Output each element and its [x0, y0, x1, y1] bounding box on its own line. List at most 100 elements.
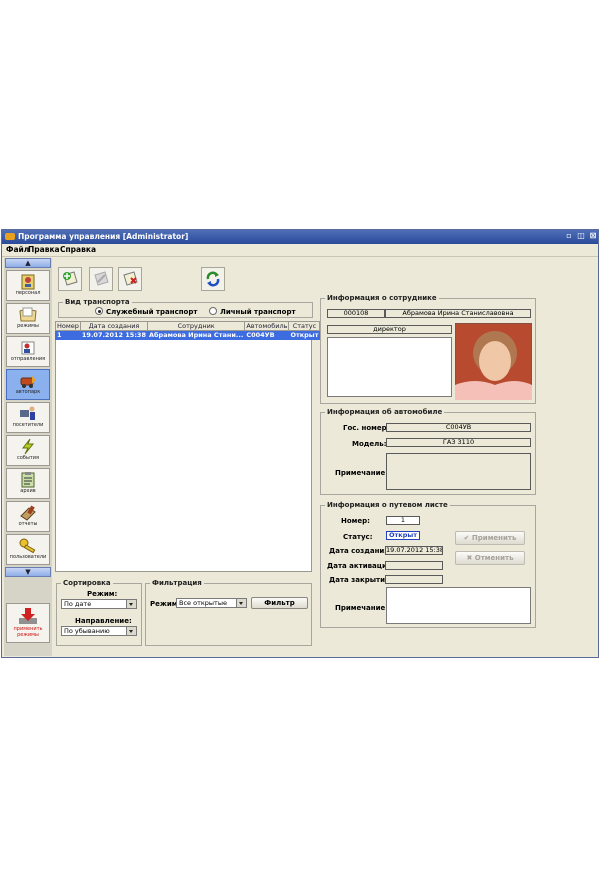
model-field: ГАЗ 3110	[386, 438, 531, 447]
employee-position-field: директор	[327, 325, 452, 334]
sidebar: ▲ персонал режимы отправления автопарк п…	[4, 258, 52, 656]
app-icon	[5, 233, 15, 240]
sidebar-item-personnel[interactable]: персонал	[6, 270, 50, 301]
folder-icon	[19, 307, 37, 322]
delete-waybill-button[interactable]	[118, 267, 142, 291]
filter-title: Фильтрация	[150, 579, 204, 587]
add-icon	[63, 271, 78, 286]
waybill-status-field[interactable]: Открыт	[386, 531, 420, 540]
clipboard-icon	[21, 472, 35, 488]
employee-info-title: Информация о сотруднике	[325, 294, 439, 302]
sidebar-item-dispatch[interactable]: отправления	[6, 336, 50, 367]
close-icon[interactable]: ⊠	[588, 231, 598, 241]
menu-bar: Файл Правка Справка	[2, 244, 598, 257]
delete-icon	[123, 271, 138, 286]
closing-date-label: Дата закрытия:	[329, 576, 393, 584]
car-info-group: Информация об автомобиле Гос. номер: С00…	[320, 408, 536, 495]
sorting-group: Сортировка Режим: По дате Направление: П…	[56, 579, 142, 646]
employee-info-group: Информация о сотруднике 000108 Абрамова …	[320, 294, 536, 404]
cancel-button[interactable]: ✖ Отменить	[455, 551, 525, 565]
plate-field: С004УВ	[386, 423, 531, 432]
column-header-employee[interactable]: Сотрудник	[146, 321, 246, 331]
cell-employee: Абрамова Ирина Стани...	[146, 330, 246, 340]
cell-created: 19.07.2012 15:38	[79, 330, 148, 340]
chevron-down-icon	[126, 600, 136, 608]
car-note-label: Примечание:	[335, 469, 389, 477]
sidebar-item-events[interactable]: события	[6, 435, 50, 466]
sidebar-item-reports[interactable]: отчеты	[6, 501, 50, 532]
car-note-field	[386, 453, 531, 490]
employee-name-field: Абрамова Ирина Станиславовна	[385, 309, 531, 318]
transport-type-group: Вид транспорта Служебный транспорт Личны…	[58, 298, 313, 318]
sorting-title: Сортировка	[61, 579, 113, 587]
radio-unselected-icon	[209, 307, 217, 315]
plate-label: Гос. номер:	[343, 424, 390, 432]
refresh-icon	[206, 271, 220, 287]
apply-download-icon	[19, 608, 37, 624]
sidebar-item-visitors[interactable]: посетители	[6, 402, 50, 433]
car-icon	[20, 376, 36, 388]
sorting-direction-label: Направление:	[75, 617, 132, 625]
column-header-status[interactable]: Статус	[288, 321, 321, 331]
filter-button[interactable]: Фильтр	[251, 597, 308, 609]
sidebar-item-modes[interactable]: режимы	[6, 303, 50, 334]
waybill-list[interactable]	[55, 321, 312, 572]
sorting-mode-label: Режим:	[87, 590, 118, 598]
minimize-icon[interactable]: ▫	[564, 231, 574, 241]
closing-date-field	[385, 575, 443, 584]
waybill-table: Номер Дата создания Сотрудник Автомобиль…	[55, 321, 321, 340]
model-label: Модель:	[352, 440, 387, 448]
refresh-button[interactable]	[201, 267, 225, 291]
cell-car: С004УВ	[244, 330, 290, 340]
waybill-number-label: Номер:	[341, 517, 370, 525]
column-header-created[interactable]: Дата создания	[79, 321, 148, 331]
column-header-number[interactable]: Номер	[55, 321, 81, 331]
created-date-label: Дата создания:	[329, 547, 392, 555]
employee-photo	[455, 323, 532, 400]
waybill-note-field[interactable]	[386, 587, 531, 624]
outbox-icon	[21, 341, 35, 355]
cross-icon: ✖	[466, 554, 475, 562]
sidebar-item-fleet[interactable]: автопарк	[6, 369, 50, 400]
add-waybill-button[interactable]	[58, 267, 82, 291]
visitor-icon	[20, 406, 35, 420]
key-icon	[19, 538, 36, 554]
chevron-down-icon	[126, 627, 136, 635]
table-row[interactable]: 1 19.07.2012 15:38 Абрамова Ирина Стани.…	[55, 330, 321, 340]
radio-official-transport[interactable]: Служебный транспорт	[95, 307, 197, 316]
menu-edit[interactable]: Правка	[28, 245, 60, 254]
waybill-number-field[interactable]: 1	[386, 516, 420, 525]
chevron-down-icon	[236, 599, 246, 607]
waybill-status-label: Статус:	[343, 533, 373, 541]
employee-id-field: 000108	[327, 309, 385, 318]
sidebar-item-users[interactable]: пользователи	[6, 534, 50, 565]
menu-help[interactable]: Справка	[60, 245, 96, 254]
waybill-note-label: Примечание:	[335, 604, 389, 612]
menu-file[interactable]: Файл	[6, 245, 29, 254]
cell-status: Открыт	[288, 330, 321, 340]
employee-notes-area	[327, 337, 452, 397]
filter-mode-select[interactable]: Все открытые	[176, 598, 247, 608]
filter-group: Фильтрация Режим: Все открытые Фильтр	[145, 579, 312, 646]
title-bar: Программа управления [Administrator] ▫ ◫…	[2, 230, 598, 244]
apply-button[interactable]: ✔ Применить	[455, 531, 525, 545]
waybill-info-title: Информация о путевом листе	[325, 501, 450, 509]
sorting-direction-select[interactable]: По убыванию	[61, 626, 137, 636]
checkmark-icon: ✔	[463, 534, 472, 542]
restore-icon[interactable]: ◫	[576, 231, 586, 241]
sidebar-scroll-up-button[interactable]: ▲	[5, 258, 51, 268]
column-header-car[interactable]: Автомобиль	[244, 321, 290, 331]
sidebar-item-archive[interactable]: архив	[6, 468, 50, 499]
window-title: Программа управления [Administrator]	[18, 232, 189, 241]
created-date-field: 19.07.2012 15:38	[385, 546, 443, 555]
car-info-title: Информация об автомобиле	[325, 408, 445, 416]
cell-number: 1	[55, 330, 81, 340]
transport-type-title: Вид транспорта	[63, 298, 132, 306]
edit-waybill-button[interactable]	[89, 267, 113, 291]
sidebar-scroll-down-button[interactable]: ▼	[5, 567, 51, 577]
radio-personal-transport[interactable]: Личный транспорт	[209, 307, 296, 316]
apply-modes-button[interactable]: применить режимы	[6, 603, 50, 643]
radio-selected-icon	[95, 307, 103, 315]
activation-date-field	[385, 561, 443, 570]
sorting-mode-select[interactable]: По дате	[61, 599, 137, 609]
